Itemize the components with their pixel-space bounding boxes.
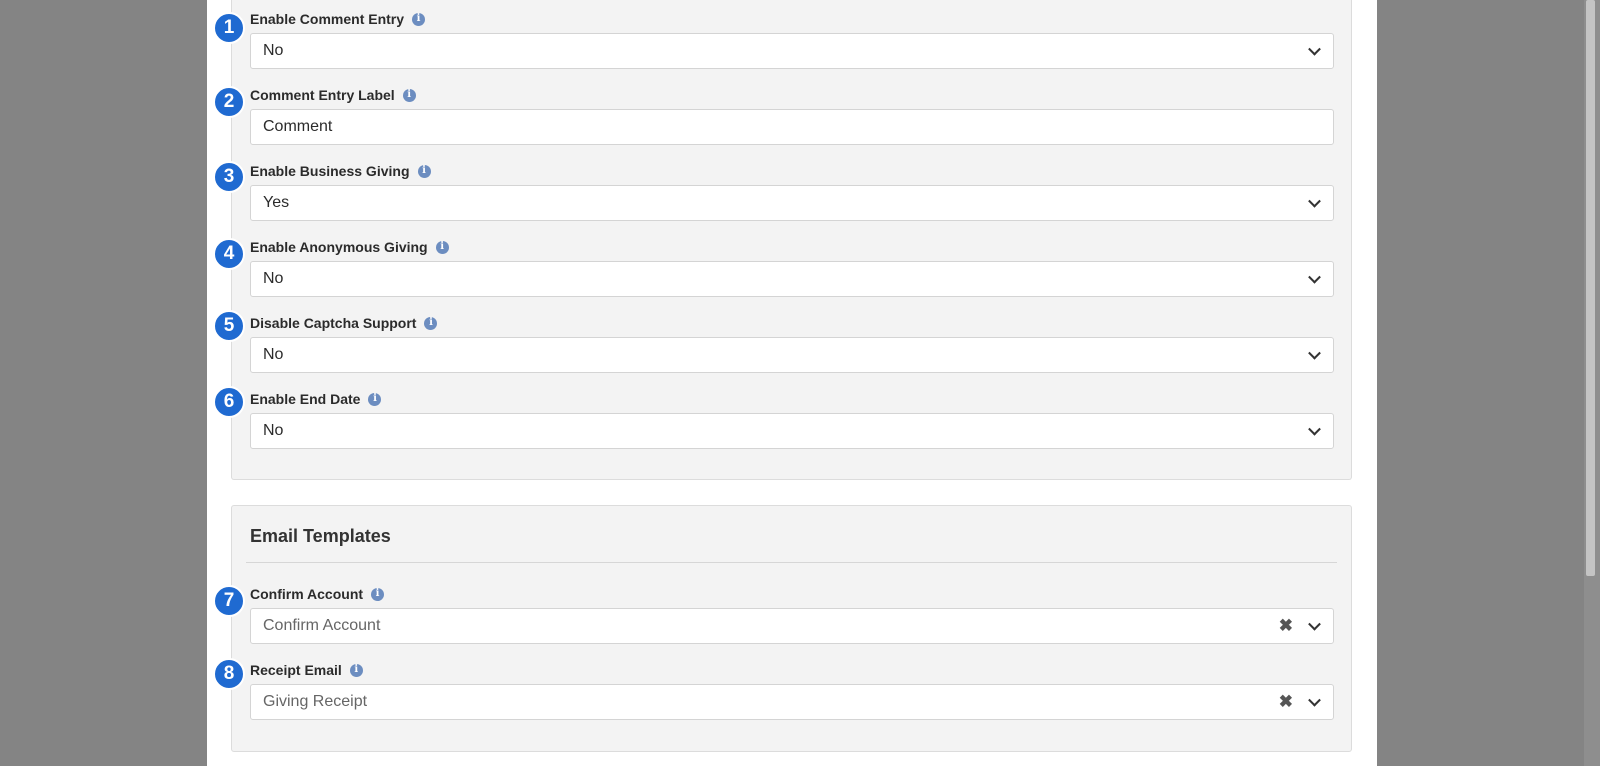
field-label-text: Enable Anonymous Giving xyxy=(250,239,428,255)
info-icon[interactable]: i xyxy=(435,240,449,254)
callout-badge-2: 2 xyxy=(213,86,245,118)
select-value: No xyxy=(263,42,284,59)
field-label-text: Confirm Account xyxy=(250,586,364,602)
enable-comment-entry-select[interactable]: No xyxy=(250,33,1334,69)
confirm-account-picker[interactable]: Confirm Account ✖ xyxy=(250,608,1334,644)
callout-badge-5: 5 xyxy=(213,310,245,342)
info-icon[interactable]: i xyxy=(412,12,426,26)
comment-entry-label-input[interactable]: Comment xyxy=(250,109,1334,145)
chevron-down-icon xyxy=(1308,42,1321,56)
receipt-email-label: Receipt Email i xyxy=(250,662,363,678)
select-value: No xyxy=(263,422,284,439)
receipt-email-picker[interactable]: Giving Receipt ✖ xyxy=(250,684,1334,720)
clear-icon[interactable]: ✖ xyxy=(1279,617,1293,634)
field-label-text: Enable End Date xyxy=(250,391,361,407)
select-value: No xyxy=(263,346,284,363)
callout-badge-4: 4 xyxy=(213,238,245,270)
info-icon[interactable]: i xyxy=(371,587,385,601)
enable-business-giving-label: Enable Business Giving i xyxy=(250,163,431,179)
chevron-down-icon xyxy=(1308,693,1321,707)
callout-badge-7: 7 xyxy=(213,585,245,617)
select-value: No xyxy=(263,270,284,287)
enable-anonymous-giving-select[interactable]: No xyxy=(250,261,1334,297)
callout-badge-3: 3 xyxy=(213,161,245,193)
info-icon[interactable]: i xyxy=(417,164,431,178)
chevron-down-icon xyxy=(1308,617,1321,631)
callout-badge-8: 8 xyxy=(213,658,245,690)
enable-end-date-select[interactable]: No xyxy=(250,413,1334,449)
field-label-text: Comment Entry Label xyxy=(250,87,395,103)
select-value: Yes xyxy=(263,194,290,211)
chevron-down-icon xyxy=(1308,194,1321,208)
comment-entry-label-label: Comment Entry Label i xyxy=(250,87,416,103)
enable-anonymous-giving-label: Enable Anonymous Giving i xyxy=(250,239,449,255)
info-icon[interactable]: i xyxy=(424,316,438,330)
disable-captcha-support-select[interactable]: No xyxy=(250,337,1334,373)
field-label-text: Enable Comment Entry xyxy=(250,11,405,27)
enable-business-giving-select[interactable]: Yes xyxy=(250,185,1334,221)
field-label-text: Receipt Email xyxy=(250,662,342,678)
info-icon[interactable]: i xyxy=(402,88,416,102)
input-value: Comment xyxy=(263,118,333,135)
chevron-down-icon xyxy=(1308,270,1321,284)
confirm-account-label: Confirm Account i xyxy=(250,586,385,602)
clear-icon[interactable]: ✖ xyxy=(1279,693,1293,710)
disable-captcha-support-label: Disable Captcha Support i xyxy=(250,315,438,331)
enable-comment-entry-label: Enable Comment Entry i xyxy=(250,11,426,27)
info-icon[interactable]: i xyxy=(349,663,363,677)
email-templates-title: Email Templates xyxy=(250,526,391,546)
picker-value: Giving Receipt xyxy=(263,693,368,710)
field-label-text: Disable Captcha Support xyxy=(250,315,417,331)
scrollbar-thumb[interactable] xyxy=(1586,0,1595,576)
picker-value: Confirm Account xyxy=(263,617,381,634)
callout-badge-1: 1 xyxy=(213,12,245,44)
field-label-text: Enable Business Giving xyxy=(250,163,410,179)
chevron-down-icon xyxy=(1308,346,1321,360)
info-icon[interactable]: i xyxy=(368,392,382,406)
callout-badge-6: 6 xyxy=(213,386,245,418)
panel-divider xyxy=(246,562,1337,563)
enable-end-date-label: Enable End Date i xyxy=(250,391,382,407)
chevron-down-icon xyxy=(1308,422,1321,436)
